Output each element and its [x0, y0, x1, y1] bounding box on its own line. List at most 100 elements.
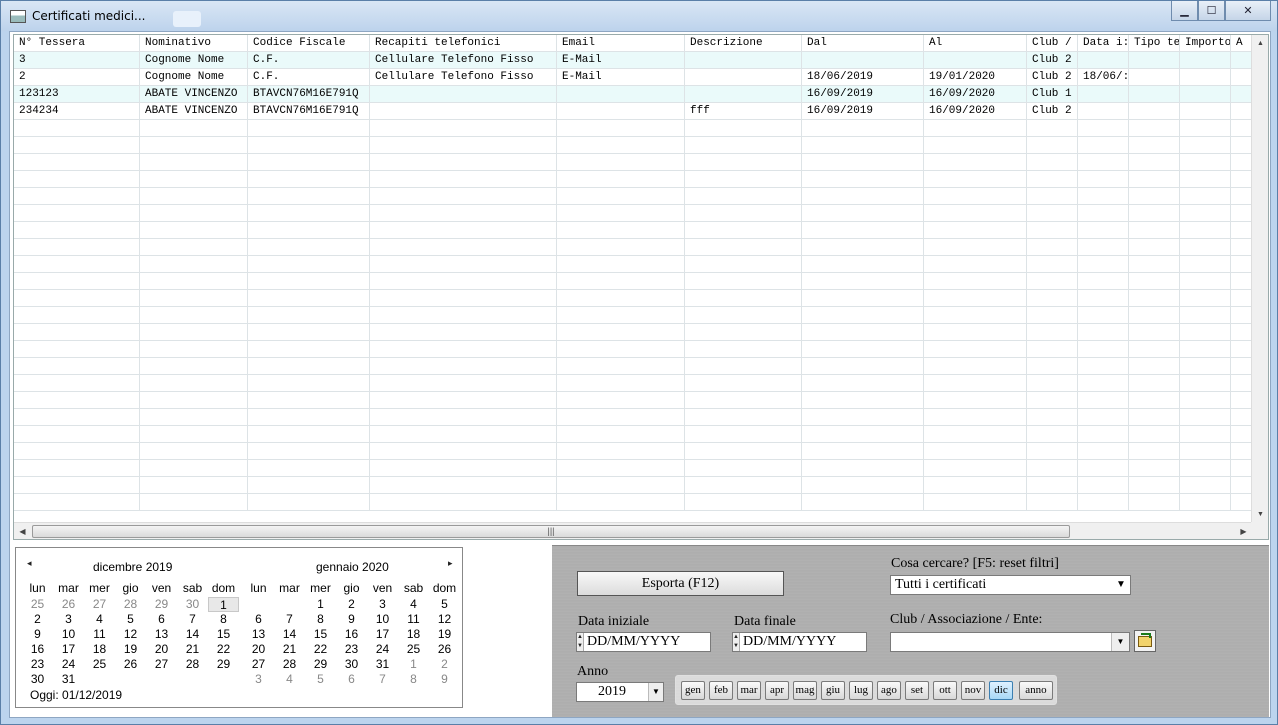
column-header[interactable]: Descrizione [685, 35, 802, 52]
horizontal-scrollbar[interactable]: ◀ ||| ▶ [14, 522, 1252, 539]
empty-row[interactable] [14, 290, 1252, 307]
calendar-day[interactable]: 3 [243, 672, 274, 687]
calendar-day[interactable]: 29 [305, 657, 336, 672]
scroll-left-icon[interactable]: ◀ [14, 523, 31, 539]
empty-row[interactable] [14, 222, 1252, 239]
month-button-set[interactable]: set [905, 681, 929, 700]
calendar-day[interactable]: 8 [305, 612, 336, 627]
start-date-field[interactable]: ▲ ▼ DD/MM/YYYY [576, 632, 711, 652]
calendar-day[interactable]: 31 [367, 657, 398, 672]
month-button-feb[interactable]: feb [709, 681, 733, 700]
year-button[interactable]: anno [1019, 681, 1053, 700]
month-button-ago[interactable]: ago [877, 681, 901, 700]
calendar-day[interactable]: 3 [53, 612, 84, 627]
empty-row[interactable] [14, 494, 1252, 511]
calendar-day[interactable]: 2 [336, 597, 367, 612]
calendar-day[interactable]: 14 [274, 627, 305, 642]
calendar-day[interactable]: 9 [22, 627, 53, 642]
end-date-field[interactable]: ▲ ▼ DD/MM/YYYY [732, 632, 867, 652]
calendar-day[interactable]: 16 [336, 627, 367, 642]
close-button[interactable]: ✕ [1225, 1, 1271, 21]
open-club-button[interactable] [1134, 630, 1156, 652]
empty-row[interactable] [14, 154, 1252, 171]
calendar-day[interactable]: 13 [146, 627, 177, 642]
calendar-day[interactable]: 19 [429, 627, 460, 642]
calendar-day[interactable]: 27 [146, 657, 177, 672]
calendar-day[interactable]: 22 [208, 642, 239, 657]
export-button[interactable]: Esporta (F12) [577, 571, 784, 596]
column-header[interactable]: Dal [802, 35, 924, 52]
month-button-giu[interactable]: giu [821, 681, 845, 700]
calendar-day[interactable]: 24 [53, 657, 84, 672]
calendar-day[interactable]: 14 [177, 627, 208, 642]
calendar-day[interactable]: 1 [305, 597, 336, 612]
calendar-day[interactable]: 22 [305, 642, 336, 657]
club-chevron-down-icon[interactable]: ▼ [1111, 633, 1129, 651]
vertical-scrollbar[interactable]: ▲ ▼ [1251, 35, 1268, 523]
column-header[interactable]: Al [924, 35, 1027, 52]
empty-row[interactable] [14, 409, 1252, 426]
calendar-day[interactable]: 17 [367, 627, 398, 642]
calendar-day[interactable]: 4 [274, 672, 305, 687]
title-bar[interactable]: Certificati medici... ▁ ☐ ✕ [1, 1, 1277, 31]
calendar[interactable]: ◂ ▸ dicembre 2019 gennaio 2020 Oggi: 01/… [15, 547, 463, 708]
horizontal-scroll-thumb[interactable]: ||| [32, 525, 1070, 538]
month-button-lug[interactable]: lug [849, 681, 873, 700]
end-date-spin-icon[interactable]: ▲ ▼ [733, 633, 740, 651]
calendar-day[interactable]: 2 [429, 657, 460, 672]
calendar-day[interactable]: 21 [177, 642, 208, 657]
calendar-day[interactable]: 23 [22, 657, 53, 672]
calendar-day[interactable]: 8 [208, 612, 239, 627]
certificates-grid[interactable]: N° Tessera Nominativo Codice Fiscale Recapi… [13, 34, 1269, 540]
calendar-day[interactable]: 21 [274, 642, 305, 657]
calendar-day[interactable]: 9 [336, 612, 367, 627]
column-header[interactable]: Data i: [1078, 35, 1129, 52]
column-header[interactable]: Recapiti telefonici [370, 35, 557, 52]
calendar-day[interactable]: 11 [84, 627, 115, 642]
calendar-day[interactable]: 20 [243, 642, 274, 657]
calendar-day[interactable]: 28 [177, 657, 208, 672]
club-select[interactable]: ▼ [890, 632, 1130, 652]
minimize-button[interactable]: ▁ [1171, 1, 1198, 21]
empty-row[interactable] [14, 341, 1252, 358]
empty-row[interactable] [14, 205, 1252, 222]
calendar-day[interactable]: 4 [398, 597, 429, 612]
calendar-day[interactable]: 27 [243, 657, 274, 672]
table-row[interactable]: 2 Cognome Nome C.F. Cellulare Telefono Fiss… [14, 69, 1252, 86]
calendar-day[interactable]: 18 [84, 642, 115, 657]
empty-row[interactable] [14, 477, 1252, 494]
month-button-gen[interactable]: gen [681, 681, 705, 700]
calendar-day[interactable]: 26 [429, 642, 460, 657]
calendar-day[interactable]: 19 [115, 642, 146, 657]
month-button-apr[interactable]: apr [765, 681, 789, 700]
calendar-day[interactable]: 18 [398, 627, 429, 642]
month-button-dic[interactable]: dic [989, 681, 1013, 700]
empty-row[interactable] [14, 392, 1252, 409]
calendar-day[interactable]: 5 [115, 612, 146, 627]
month-button-ott[interactable]: ott [933, 681, 957, 700]
calendar-day[interactable]: 2 [22, 612, 53, 627]
calendar-day[interactable]: 10 [53, 627, 84, 642]
table-row[interactable]: 234234 ABATE VINCENZO BTAVCN76M16E791Q fff 1… [14, 103, 1252, 120]
calendar-day[interactable]: 15 [305, 627, 336, 642]
empty-row[interactable] [14, 273, 1252, 290]
year-select[interactable]: 2019 ▼ [576, 682, 664, 702]
calendar-day[interactable]: 13 [243, 627, 274, 642]
scroll-right-icon[interactable]: ▶ [1235, 523, 1252, 539]
empty-row[interactable] [14, 443, 1252, 460]
month-button-nov[interactable]: nov [961, 681, 985, 700]
calendar-day[interactable]: 9 [429, 672, 460, 687]
calendar-day[interactable]: 10 [367, 612, 398, 627]
empty-row[interactable] [14, 256, 1252, 273]
calendar-day[interactable]: 31 [53, 672, 84, 687]
year-chevron-down-icon[interactable]: ▼ [648, 683, 663, 701]
calendar-today[interactable]: Oggi: 01/12/2019 [30, 688, 122, 702]
calendar-day[interactable]: 6 [336, 672, 367, 687]
calendar-day[interactable]: 12 [429, 612, 460, 627]
calendar-day[interactable]: 1 [208, 597, 239, 612]
calendar-day[interactable]: 3 [367, 597, 398, 612]
calendar-day[interactable]: 29 [146, 597, 177, 612]
calendar-day[interactable]: 27 [84, 597, 115, 612]
empty-row[interactable] [14, 307, 1252, 324]
calendar-day[interactable]: 7 [177, 612, 208, 627]
